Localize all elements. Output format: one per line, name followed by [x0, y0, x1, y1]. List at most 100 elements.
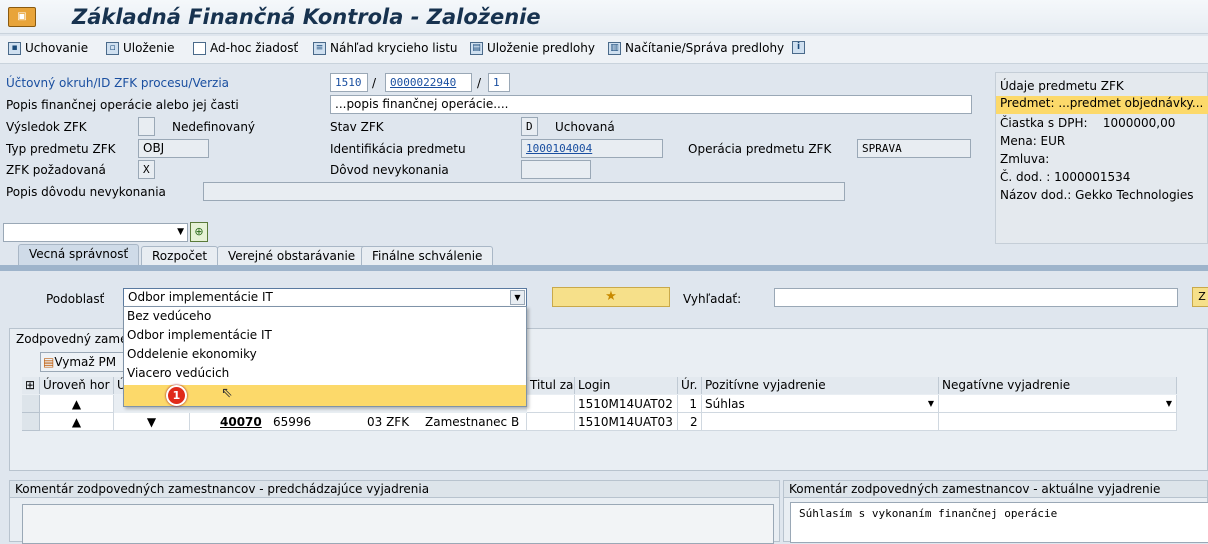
login-cell: 1510M14UAT02: [575, 395, 678, 413]
mouse-cursor-icon: ⇖: [221, 385, 233, 401]
positive-select[interactable]: Súhlas ▼: [702, 395, 939, 413]
tab-band: [0, 265, 1208, 271]
subarea-select[interactable]: Odbor implementácie IT ▼: [123, 288, 527, 307]
status-code-field: D: [521, 117, 538, 136]
add-layout-icon[interactable]: ⊕: [190, 222, 208, 242]
star-plus-icon: ★: [605, 289, 617, 304]
chevron-down-icon[interactable]: ▼: [928, 395, 934, 412]
col-login[interactable]: Login: [575, 377, 678, 394]
version-field[interactable]: 1: [488, 73, 510, 92]
search-input[interactable]: [774, 288, 1178, 307]
amount-row: Čiastka s DPH: 1000000,00: [1000, 116, 1176, 130]
subject-type-label: Typ predmetu ZFK: [6, 142, 116, 156]
supplier-no-row: Č. dod. : 1000001534: [1000, 170, 1131, 184]
status-value: Uchovaná: [555, 120, 615, 134]
save-icon: ▫: [106, 41, 119, 55]
subject-id-field[interactable]: 1000104004: [521, 139, 663, 158]
info-button[interactable]: i: [792, 41, 805, 54]
company-code-label[interactable]: Účtovný okruh/ID ZFK procesu/Verzia: [6, 76, 229, 90]
keep-button[interactable]: ▪ Uchovanie: [8, 41, 88, 55]
chevron-down-icon: ▼: [177, 227, 184, 237]
reason-label: Dôvod nevykonania: [330, 163, 449, 177]
subject-data-panel: Údaje predmetu ZFK Predmet: ...predmet o…: [995, 72, 1208, 244]
col-positive[interactable]: Pozitívne vyjadrenie: [702, 377, 939, 394]
negative-cell[interactable]: [939, 413, 1177, 431]
table-cell: [527, 413, 575, 431]
tab-factual-correctness[interactable]: Vecná správnosť: [18, 244, 140, 266]
adhoc-request-button[interactable]: Ad-hoc žiadosť: [193, 41, 298, 55]
result-label: Výsledok ZFK: [6, 120, 87, 134]
keep-icon: ▪: [8, 41, 21, 55]
subject-operation-label: Operácia predmetu ZFK: [688, 142, 832, 156]
table-cell: [527, 395, 575, 413]
option-economics[interactable]: Oddelenie ekonomiky: [124, 345, 526, 364]
col-negative[interactable]: Negatívne vyjadrenie: [939, 377, 1177, 394]
reason-desc-label: Popis dôvodu nevykonania: [6, 185, 166, 199]
option-it-implementation[interactable]: Odbor implementácie IT: [124, 326, 526, 345]
load-template-button[interactable]: ▥ Načítanie/Správa predlohy: [608, 41, 784, 55]
currency-row: Mena: EUR: [1000, 134, 1066, 148]
process-id-field[interactable]: 0000022940: [385, 73, 472, 92]
search-label: Vyhľadať:: [683, 292, 742, 306]
document-icon: [193, 41, 206, 55]
tab-budget[interactable]: Rozpočet: [141, 246, 219, 266]
login-cell: 1510M14UAT03: [575, 413, 678, 431]
company-code-field[interactable]: 1510: [330, 73, 368, 92]
chevron-down-icon[interactable]: ▼: [1166, 395, 1172, 412]
save-button[interactable]: ▫ Uloženie: [106, 41, 174, 55]
subject-id-label: Identifikácia predmetu: [330, 142, 466, 156]
row-selector[interactable]: [22, 395, 40, 413]
subarea-label: Podoblasť: [46, 292, 105, 306]
cover-preview-button[interactable]: ≡ Náhľad krycieho listu: [313, 41, 458, 55]
preview-icon: ≡: [313, 41, 326, 55]
tab-public-procurement[interactable]: Verejné obstarávanie: [217, 246, 367, 266]
employee-cell: 40070 65996 03 ZFK Zamestnanec B: [190, 413, 527, 431]
reason-field: [521, 160, 591, 179]
positive-cell[interactable]: [702, 413, 939, 431]
col-title[interactable]: Titul za: [527, 377, 575, 394]
layout-select[interactable]: ▼: [3, 223, 188, 242]
result-value: Nedefinovaný: [172, 120, 256, 134]
row-selector[interactable]: [22, 413, 40, 431]
option-no-manager[interactable]: Bez vedúceho: [124, 307, 526, 326]
move-down-icon[interactable]: ▼: [114, 413, 190, 431]
option-multiple-managers[interactable]: Viacero vedúcich: [124, 364, 526, 383]
tab-strip: Vecná správnosť Rozpočet Verejné obstará…: [0, 244, 1208, 266]
delete-row-icon: ▤: [43, 355, 55, 369]
remove-pm-button[interactable]: ▤Vymaž PM: [40, 352, 130, 372]
title-bar: ▣ Základná Finančná Kontrola - Založenie: [0, 0, 1208, 34]
previous-comments-panel: [9, 497, 780, 544]
right-action-button[interactable]: Z: [1192, 287, 1208, 307]
info-icon: i: [792, 41, 805, 54]
previous-comments-textarea[interactable]: [22, 504, 774, 544]
template-save-icon: ▤: [470, 41, 483, 55]
subject-operation-field: SPRAVA: [857, 139, 971, 158]
responsible-group-title: Zodpovedný zame: [16, 332, 128, 346]
step-marker: 1: [166, 385, 187, 406]
panel-title: Údaje predmetu ZFK: [1000, 79, 1124, 93]
current-comments-panel: Súhlasím s vykonaním finančnej operácie: [783, 497, 1208, 543]
grid-settings-icon[interactable]: ⊞: [22, 377, 40, 394]
negative-select[interactable]: ▼: [939, 395, 1177, 413]
separator-2: /: [477, 76, 482, 90]
save-template-button[interactable]: ▤ Uloženie predlohy: [470, 41, 595, 55]
current-comments-title: Komentár zodpovedných zamestnancov - akt…: [783, 480, 1208, 498]
move-up-icon[interactable]: ▲: [40, 413, 114, 431]
move-up-icon[interactable]: ▲: [40, 395, 114, 413]
description-field[interactable]: ...popis finančnej operácie....: [330, 95, 972, 114]
ur-cell: 1: [678, 395, 702, 413]
col-ur[interactable]: Úr.: [678, 377, 702, 394]
ur-cell: 2: [678, 413, 702, 431]
separator-1: /: [372, 76, 377, 90]
previous-comments-title: Komentár zodpovedných zamestnancov - pre…: [9, 480, 780, 498]
employee-id-link[interactable]: 40070: [220, 413, 262, 430]
current-comments-textarea[interactable]: Súhlasím s vykonaním finančnej operácie: [790, 502, 1208, 543]
chevron-down-icon[interactable]: ▼: [510, 290, 525, 305]
required-label: ZFK požadovaná: [6, 163, 106, 177]
application-toolbar: ▪ Uchovanie ▫ Uloženie Ad-hoc žiadosť ≡ Náh…: [0, 36, 1208, 64]
subject-row: Predmet: ...predmet objednávky...: [996, 96, 1208, 114]
col-level[interactable]: Úroveň hor: [40, 377, 114, 394]
add-favorite-button[interactable]: ★: [552, 287, 670, 307]
sap-app-icon[interactable]: ▣: [8, 7, 36, 27]
tab-final-approval[interactable]: Finálne schválenie: [361, 246, 494, 266]
